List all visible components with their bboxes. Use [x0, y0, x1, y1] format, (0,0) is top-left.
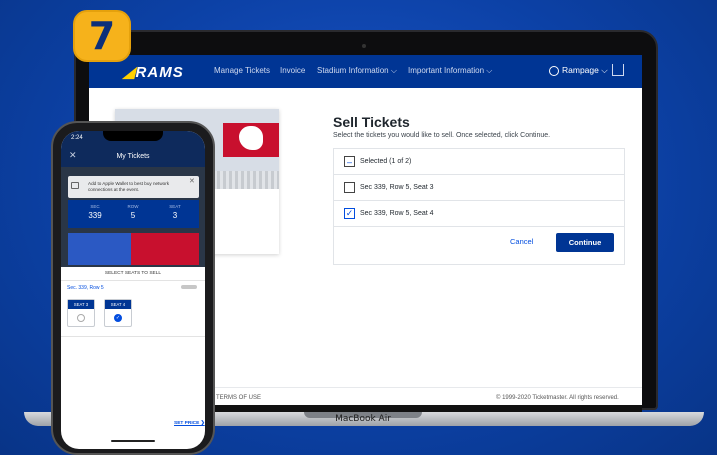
- seat-info-sec: SEC 339: [80, 204, 110, 220]
- top-navigation: ◢RAMS Manage Tickets Invoice Stadium Inf…: [89, 55, 642, 88]
- continue-button[interactable]: Continue: [556, 233, 614, 252]
- select-all-checkbox[interactable]: –: [344, 156, 355, 167]
- phone-time: 2:24: [71, 135, 83, 141]
- wallet-banner[interactable]: Add to Apple Wallet to best buy network …: [68, 176, 199, 198]
- seat-label: Sec 339, Row 5, Seat 4: [360, 210, 434, 217]
- cardinals-logo-icon: [239, 126, 263, 150]
- phone-screen: 2:24 My Tickets ✕ Add to Apple Wallet to…: [61, 131, 205, 449]
- seat-info-key: ROW: [127, 204, 139, 209]
- home-indicator: [111, 440, 155, 442]
- seat-info-value: 5: [130, 211, 136, 220]
- nav-invoice[interactable]: Invoice: [280, 66, 305, 75]
- ticket-selection-panel: – Selected (1 of 2) Sec 339, Row 5, Seat…: [333, 148, 625, 265]
- select-seats-title: SELECT SEATS TO SELL: [61, 267, 205, 281]
- seat-indicator: [181, 285, 197, 289]
- seat-checkbox-checked[interactable]: ✓: [344, 208, 355, 219]
- phone-notch: [103, 131, 163, 141]
- selected-count: Selected (1 of 2): [360, 158, 412, 165]
- page-subtitle: Select the tickets you would like to sel…: [333, 132, 551, 139]
- seat-info-row: ROW 5: [118, 204, 148, 220]
- nav-manage-tickets[interactable]: Manage Tickets: [214, 66, 270, 75]
- seat-radio-checked[interactable]: ✓: [114, 314, 122, 322]
- seat-row[interactable]: Sec 339, Row 5, Seat 3: [334, 175, 624, 201]
- seat-info-value: 3: [172, 211, 178, 220]
- user-menu[interactable]: Rampage ⌵: [549, 65, 608, 76]
- section-label: Sec. 339, Row 5: [67, 285, 104, 291]
- user-name: Rampage ⌵: [562, 65, 608, 75]
- set-price-button[interactable]: SET PRICE ❯: [174, 421, 205, 426]
- horn-icon: ◢: [123, 64, 136, 81]
- seat-info-key: SEAT: [169, 204, 181, 209]
- seat-info-seat: SEAT 3: [160, 204, 190, 220]
- seat-radio[interactable]: [77, 314, 85, 322]
- seat-option-label: SEAT 4: [105, 300, 131, 309]
- camera: [362, 44, 366, 48]
- nav-stadium-information[interactable]: Stadium Information ⌵: [317, 66, 397, 76]
- seat-label: Sec 339, Row 5, Seat 3: [360, 184, 434, 191]
- user-icon: [549, 65, 559, 76]
- phone-divider: [61, 336, 205, 337]
- cart-icon[interactable]: [612, 64, 624, 76]
- copyright: © 1999-2020 Ticketmaster. All rights res…: [496, 395, 619, 401]
- terms-of-use-link[interactable]: TERMS OF USE: [216, 395, 261, 401]
- seat-option[interactable]: SEAT 3: [67, 299, 95, 327]
- cancel-button[interactable]: Cancel: [510, 237, 533, 246]
- phone-header-title: My Tickets: [61, 145, 205, 167]
- seat-info-value: 339: [88, 211, 102, 220]
- seat-checkbox[interactable]: [344, 182, 355, 193]
- laptop-model-label: MacBook Air: [335, 414, 391, 424]
- step-badge: 7: [73, 10, 131, 62]
- wallet-icon: [71, 182, 79, 189]
- seat-info-key: SEC: [90, 204, 100, 209]
- rams-logo[interactable]: ◢RAMS: [123, 63, 184, 81]
- page-title: Sell Tickets: [333, 114, 410, 130]
- seat-info-bar: SEC 339 ROW 5 SEAT 3: [68, 200, 199, 228]
- nav-important-information[interactable]: Important Information ⌵: [408, 66, 492, 76]
- close-icon[interactable]: ✕: [69, 150, 77, 161]
- ticket-art-rams: [68, 233, 131, 265]
- select-all-row[interactable]: – Selected (1 of 2): [334, 149, 624, 175]
- banner-close-icon[interactable]: ✕: [189, 177, 195, 185]
- seat-option-selected[interactable]: SEAT 4 ✓: [104, 299, 132, 327]
- logo-text: RAMS: [135, 64, 184, 81]
- seat-option-label: SEAT 3: [68, 300, 94, 309]
- seat-row[interactable]: ✓ Sec 339, Row 5, Seat 4: [334, 201, 624, 227]
